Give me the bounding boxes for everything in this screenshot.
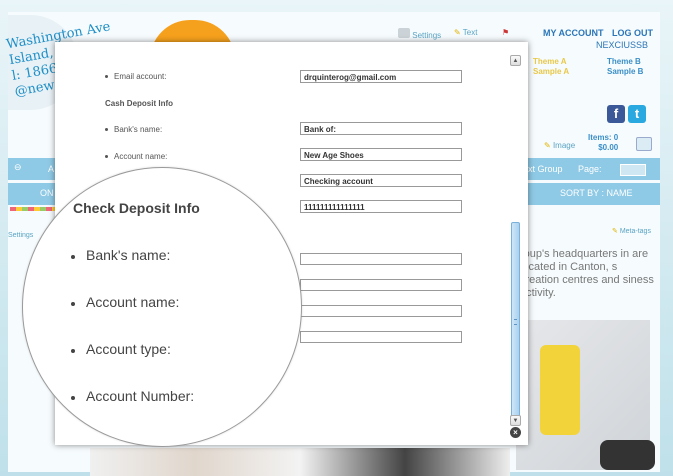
flag-icon[interactable]: ⚑ (502, 28, 509, 37)
product-image-shoe (600, 440, 655, 470)
remove-icon[interactable]: ⊖ (14, 162, 22, 173)
scroll-thumb[interactable] (511, 222, 520, 426)
theme-b-sample: Sample B (607, 67, 644, 76)
email-field[interactable]: drquinterog@gmail.com (300, 70, 462, 83)
check-account-name-field[interactable] (300, 279, 462, 291)
left-settings-link[interactable]: Settings (8, 232, 33, 239)
check-account-type-field[interactable] (300, 305, 462, 317)
theme-b-name[interactable]: Theme B (607, 57, 641, 66)
bullet (71, 302, 75, 306)
cash-account-name-field[interactable]: New Age Shoes (300, 148, 462, 161)
close-button[interactable]: × (510, 427, 521, 438)
company-paragraph: roup's headquarters in are located in Ca… (520, 248, 654, 299)
nav-page-label: Page: (578, 164, 602, 174)
bullet (105, 128, 108, 131)
cart-summary: Items: 0 $0.00 (588, 133, 619, 152)
nav-group-label[interactable]: ext Group (523, 164, 563, 174)
pencil-icon: ✎ (454, 28, 461, 37)
bullet (71, 396, 75, 400)
nav-left-initial: A (48, 164, 55, 174)
scroll-down-button[interactable]: ▼ (510, 415, 521, 426)
sort-by-name[interactable]: SORT BY : NAME (560, 188, 633, 198)
facebook-icon[interactable]: f (607, 105, 625, 123)
grip-icon (514, 319, 517, 325)
meta-tags-link[interactable]: ✎ Meta-tags (612, 227, 651, 235)
logout-link[interactable]: LOG OUT (612, 28, 653, 38)
cash-account-type-field[interactable]: Checking account (300, 174, 462, 187)
twitter-icon[interactable]: t (628, 105, 646, 123)
zoom-account-number-label: Account Number: (86, 388, 195, 404)
cash-account-number-field[interactable]: 111111111111111 (300, 200, 462, 213)
cash-bank-name-field[interactable]: Bank of: (300, 122, 462, 135)
email-label: Email account: (114, 72, 167, 81)
bullet (71, 349, 75, 353)
bottom-banner-image (90, 448, 510, 476)
image-link[interactable]: ✎ Image (544, 141, 575, 150)
zoom-check-deposit-title: Check Deposit Info (73, 200, 200, 216)
cash-deposit-header: Cash Deposit Info (105, 99, 174, 108)
modal-scrollbar[interactable]: ▲ ▼ (510, 50, 522, 433)
gear-icon (398, 28, 410, 38)
theme-a-name[interactable]: Theme A (533, 57, 567, 66)
scroll-up-button[interactable]: ▲ (510, 55, 521, 66)
product-image-figure (540, 345, 580, 435)
bullet (105, 155, 108, 158)
check-account-number-field[interactable] (300, 331, 462, 343)
text-link[interactable]: ✎ Text (454, 28, 477, 37)
cash-bank-name-label: Bank's name: (114, 125, 163, 134)
theme-a-sample: Sample A (533, 67, 570, 76)
username: NEXCIUSSB (596, 40, 649, 50)
zoom-bank-name-label: Bank's name: (86, 247, 171, 263)
zoom-account-type-label: Account type: (86, 341, 171, 357)
bullet (105, 75, 108, 78)
bullet (71, 255, 75, 259)
nav-on-label[interactable]: ON (40, 188, 54, 198)
zoom-callout: Check Deposit Info Bank's name: Account … (22, 167, 302, 447)
color-bar (10, 207, 60, 211)
page-input[interactable] (620, 164, 646, 176)
my-account-link[interactable]: MY ACCOUNT (543, 28, 604, 38)
settings-link[interactable]: Settings (398, 28, 441, 40)
check-bank-name-field[interactable] (300, 253, 462, 265)
zoom-account-name-label: Account name: (86, 294, 180, 310)
cash-account-name-label: Account name: (114, 152, 168, 161)
pencil-icon: ✎ (544, 141, 551, 150)
pencil-icon: ✎ (612, 228, 618, 235)
cart-icon[interactable] (636, 137, 652, 151)
